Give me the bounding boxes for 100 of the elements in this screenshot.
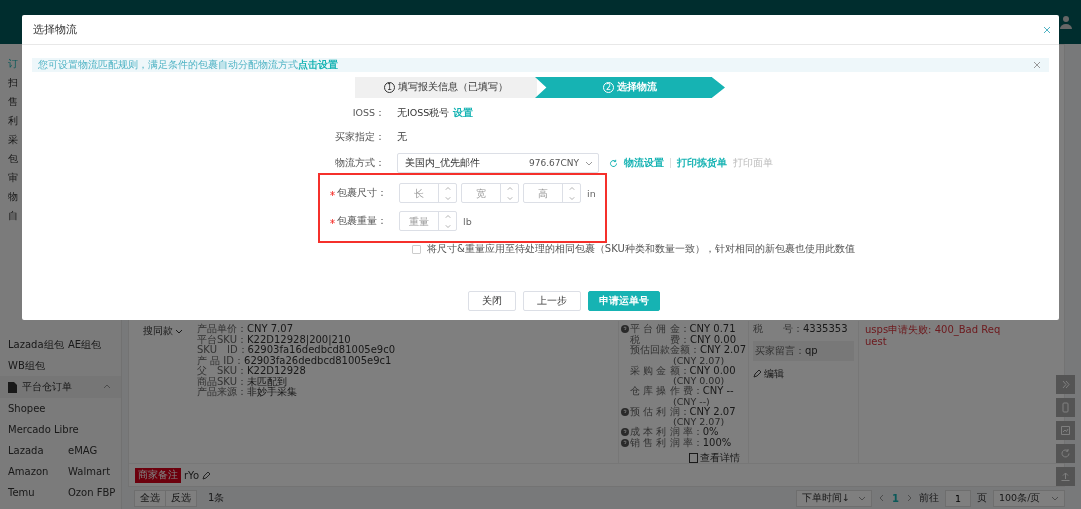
caret-icon [1051, 494, 1059, 502]
remark-tag: 商家备注 [135, 467, 181, 483]
number-stepper[interactable]: 长 [399, 183, 457, 203]
page-field[interactable]: 1 [945, 489, 971, 507]
sidebar-link[interactable]: Amazon [8, 465, 68, 478]
sidebar-item[interactable]: 自 [0, 206, 18, 225]
sidebar-link[interactable]: Mercado Libre [8, 423, 79, 436]
sidebar-item[interactable]: 利 [0, 111, 18, 130]
sidebar-link[interactable]: Walmart [68, 465, 111, 478]
field-label: 包裹尺寸： [320, 186, 387, 200]
select-button[interactable]: 全选 [134, 489, 166, 507]
page-size-select[interactable]: 100条/页 [993, 489, 1065, 507]
action-link[interactable]: 物流设置 [624, 156, 664, 170]
page-unit: 页 [977, 491, 987, 505]
sidebar-link[interactable]: Shopee [8, 402, 68, 415]
close-icon[interactable] [1043, 25, 1051, 34]
sidebar-link[interactable]: Lazada [8, 444, 68, 457]
spin-down-icon [444, 222, 451, 229]
chart-tool-button[interactable] [1056, 421, 1075, 440]
close-icon[interactable] [1033, 61, 1041, 69]
pencil-icon [753, 369, 762, 378]
edit-link[interactable]: 编辑 [753, 366, 784, 381]
unit-label: in [587, 187, 596, 199]
required-icon [330, 218, 335, 224]
error-message: usps申请失败: 400_Bad Request [865, 324, 1002, 348]
spin-down-icon [568, 194, 575, 201]
step[interactable]: 1 填写报关信息（已填写） [355, 77, 537, 98]
sidebar-item[interactable]: 采 [0, 130, 18, 149]
sidebar-link[interactable]: WB组包 [8, 359, 68, 372]
spin-up-icon [506, 185, 513, 192]
details-link[interactable]: 查看详情 [689, 451, 740, 465]
spin-up-icon [444, 213, 451, 220]
fee-line: 预估回款金额：CNY 2.07 [630, 345, 746, 356]
spin-down-icon [444, 194, 451, 201]
result-count: 1条 [208, 491, 225, 505]
search-same-button[interactable]: 搜同款 [143, 324, 183, 338]
fee-line: 预 估 利 润：CNY 2.07 [630, 406, 736, 417]
refresh-tool-button[interactable] [1056, 444, 1075, 463]
caret-icon [175, 327, 183, 335]
checkbox[interactable] [412, 244, 421, 254]
product-detail: 产品单价：CNY 7.07 [197, 324, 294, 335]
info-text: 您可设置物流匹配规则，满足条件的包裹自动分配物流方式点击设置 [38, 58, 339, 72]
sidebar-item[interactable]: 物 [0, 187, 18, 206]
number-field[interactable]: 宽 [462, 184, 500, 202]
submit-button[interactable]: 申请运单号 [588, 291, 660, 311]
step[interactable]: 2 选择物流 [535, 77, 725, 98]
required-icon [330, 190, 335, 196]
address-detail: 税 号：4335353 [753, 324, 849, 335]
select-button[interactable]: 反选 [165, 489, 197, 507]
field-label: 物流方式： [334, 156, 385, 170]
collapse-tool-button[interactable] [1056, 375, 1075, 394]
field-label: 买家指定： [334, 130, 385, 144]
refresh-icon [1060, 448, 1071, 459]
phone-icon [1060, 402, 1071, 413]
fee-line: 销 售 利 润 率：100% [630, 437, 732, 448]
action-link[interactable]: 打印拣货单 [677, 156, 727, 170]
help-icon [621, 325, 629, 334]
user-avatar-icon[interactable] [1059, 15, 1073, 29]
fee-line: 采 购 金 额：CNY 0.00 [630, 365, 736, 376]
fee-note: (CNY --) [673, 396, 710, 407]
sidebar-section-header[interactable]: 平台仓订单 [0, 376, 121, 398]
shipping-select[interactable]: 美国内_优先邮件 976.67CNY [397, 153, 599, 173]
number-field[interactable]: 长 [400, 184, 438, 202]
field-label: 包裹重量： [320, 214, 387, 228]
field-value: 无 [397, 130, 407, 144]
fee-line: 仓 库 操 作 费：CNY -- [630, 386, 734, 397]
number-stepper[interactable]: 宽 [461, 183, 519, 203]
sidebar-item[interactable]: 包 [0, 149, 18, 168]
checkbox-label: 将尺寸&重量应用至待处理的相同包裹（SKU种类和数量一致），针对相同的新包裹也使用此数值 [427, 242, 855, 256]
spin-up-icon [568, 185, 575, 192]
spin-down-icon [506, 194, 513, 201]
fee-note: (CNY 0.00) [673, 376, 725, 386]
number-stepper[interactable]: 高 [523, 183, 581, 203]
sidebar-link[interactable]: AE组包 [68, 338, 108, 351]
sidebar-item[interactable]: 审 [0, 168, 18, 187]
caret-icon [858, 494, 867, 502]
upload-tool-button[interactable] [1056, 467, 1075, 486]
document-icon [689, 453, 698, 463]
product-detail: SKU ID：62903fa16dedbcd81005e9c0 [197, 345, 396, 355]
dialog-button[interactable]: 上一步 [523, 291, 581, 311]
number-field[interactable]: 高 [524, 184, 562, 202]
setup-link[interactable]: 点击设置 [298, 58, 338, 70]
sidebar-item[interactable]: 售 [0, 92, 18, 111]
number-stepper[interactable]: 重量 [399, 211, 457, 231]
sidebar-link[interactable]: eMAG [68, 444, 108, 457]
sidebar-link[interactable]: Lazada组包 [8, 338, 68, 351]
sidebar-link[interactable]: Temu [8, 486, 68, 499]
upload-icon [1060, 471, 1071, 482]
sidebar-link[interactable]: Ozon FBP [68, 486, 116, 499]
refresh-icon[interactable] [609, 158, 618, 168]
sort-select[interactable]: 下单时间↓ [796, 489, 873, 507]
phone-tool-button[interactable] [1056, 398, 1075, 417]
fee-note: (CNY 2.07) [673, 417, 725, 427]
fee-line: 成 本 利 润 率：0% [630, 427, 719, 437]
setup-link[interactable]: 设置 [453, 106, 474, 120]
sidebar-item[interactable]: 扫 [0, 73, 18, 92]
next-page-icon [905, 494, 913, 502]
chevron-icon [1060, 379, 1071, 390]
number-field[interactable]: 重量 [400, 212, 438, 230]
dialog-button[interactable]: 关闭 [468, 291, 516, 311]
